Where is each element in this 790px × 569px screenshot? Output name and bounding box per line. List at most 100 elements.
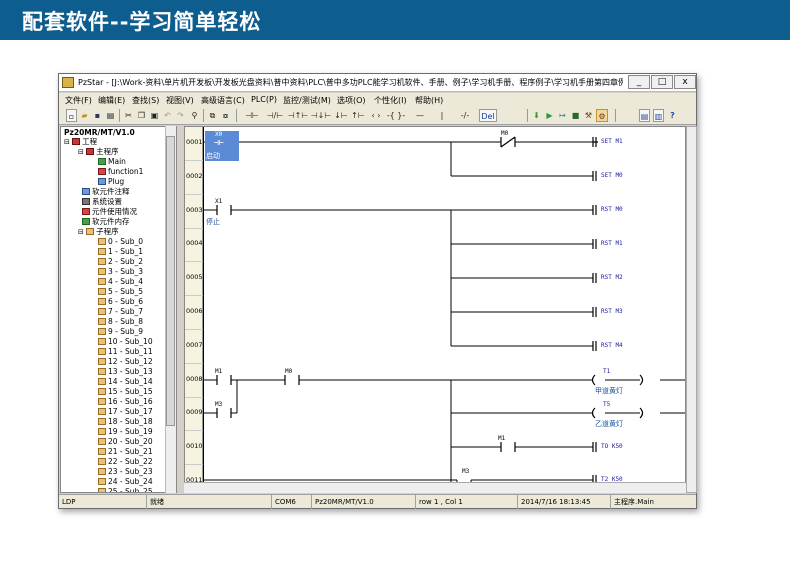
tree-item-sub[interactable]: 9 - Sub_9 — [98, 327, 143, 337]
run-icon[interactable]: ▶ — [544, 109, 555, 122]
menu-edit[interactable]: 编辑(E) — [98, 95, 125, 106]
monitor-icon[interactable]: ⚒ — [583, 109, 594, 122]
pane-splitter[interactable] — [178, 126, 183, 493]
tree-item-sub[interactable]: 3 - Sub_3 — [98, 267, 143, 277]
config-icon[interactable]: ⚙ — [596, 109, 608, 122]
tree-item-sub[interactable]: 20 - Sub_20 — [98, 437, 153, 447]
settings-icon — [82, 198, 90, 205]
subroutine-icon — [98, 278, 106, 285]
tree-item-sub[interactable]: 1 - Sub_1 — [98, 247, 143, 257]
stop-icon[interactable]: ■ — [570, 109, 581, 122]
function-coil-icon[interactable]: -{ }- — [386, 109, 406, 122]
cut-icon[interactable]: ✂ — [123, 109, 134, 122]
tree-item-sub[interactable]: 16 - Sub_16 — [98, 397, 153, 407]
parallel-falling-icon[interactable]: ↓⊢ — [333, 109, 349, 122]
subroutine-icon — [98, 288, 106, 295]
menu-monitor-test[interactable]: 监控/测试(M) — [283, 95, 331, 106]
undo-icon[interactable]: ↶ — [162, 109, 173, 122]
tree-item-sub[interactable]: 12 - Sub_12 — [98, 357, 153, 367]
pzstar-window: PzStar - [J:\Work-资料\单片机开发板\开发板光盘资料\普中资料… — [58, 73, 697, 509]
tree-item-sub[interactable]: 8 - Sub_8 — [98, 317, 143, 327]
save-icon[interactable]: ▪ — [92, 109, 103, 122]
tree-item-system-setup[interactable]: 系统设置 — [82, 197, 122, 207]
contact-rising-icon[interactable]: ⊣↑⊢ — [287, 109, 309, 122]
tree-item-sub[interactable]: 4 - Sub_4 — [98, 277, 143, 287]
subroutine-icon — [98, 398, 106, 405]
tree-item-element-usage[interactable]: 元件使用情况 — [82, 207, 137, 217]
help-icon[interactable]: ? — [667, 109, 678, 122]
contact-nc-icon[interactable]: ⊣/⊢ — [264, 109, 286, 122]
tree-item-sub[interactable]: 19 - Sub_19 — [98, 427, 153, 437]
ladder-vertical-scrollbar[interactable] — [686, 126, 697, 493]
redo-icon[interactable]: ↷ — [175, 109, 186, 122]
tree-item-sub[interactable]: 25 - Sub_25 — [98, 487, 153, 492]
ladder-view-icon[interactable]: ▥ — [653, 109, 664, 122]
binoculars-icon[interactable]: ⚲ — [189, 109, 200, 122]
menu-advanced-language[interactable]: 高级语言(C) — [201, 95, 245, 106]
menu-plc[interactable]: PLC(P) — [251, 95, 277, 104]
tree-scroll-thumb[interactable] — [166, 136, 175, 426]
menu-options[interactable]: 选项(O) — [337, 95, 366, 106]
subroutine-icon — [98, 418, 106, 425]
tree-item-soft-memory[interactable]: 软元件内存 — [82, 217, 130, 227]
close-button[interactable]: x — [674, 75, 696, 89]
tree-item-sub[interactable]: 10 - Sub_10 — [98, 337, 153, 347]
tree-item-sub[interactable]: 14 - Sub_14 — [98, 377, 153, 387]
tree-item-project[interactable]: ⊟ 工程 — [64, 137, 97, 147]
tree-item-sub[interactable]: 0 - Sub_0 — [98, 237, 143, 247]
tree-item-sub[interactable]: 22 - Sub_22 — [98, 457, 153, 467]
contact-m1-label: M1 — [215, 368, 223, 375]
coil-icon[interactable]: ‹ › — [368, 109, 384, 122]
print-icon[interactable]: ▤ — [105, 109, 116, 122]
menu-file[interactable]: 文件(F) — [65, 95, 92, 106]
menu-personalize[interactable]: 个性化(I) — [374, 95, 407, 106]
list-view-icon[interactable]: ▤ — [639, 109, 650, 122]
ladder-horizontal-scrollbar[interactable] — [184, 482, 686, 493]
tree-item-sub[interactable]: 7 - Sub_7 — [98, 307, 143, 317]
tree-item-soft-comment[interactable]: 软元件注释 — [82, 187, 130, 197]
contact-x0-label: X0 — [215, 131, 223, 138]
maximize-button[interactable]: □ — [651, 75, 673, 89]
menu-view[interactable]: 视图(V) — [166, 95, 194, 106]
tree-item-main[interactable]: Main — [98, 157, 126, 167]
tree-item-sub[interactable]: 6 - Sub_6 — [98, 297, 143, 307]
minimize-button[interactable]: _ — [628, 75, 650, 89]
compile-icon[interactable]: ⬇ — [531, 109, 542, 122]
tree-item-sub[interactable]: 17 - Sub_17 — [98, 407, 153, 417]
invert-icon[interactable]: -/- — [455, 109, 475, 122]
tree-item-sub[interactable]: 2 - Sub_2 — [98, 257, 143, 267]
ladder-editor[interactable]: 0001 0002 0003 0004 0005 0006 0007 0008 0009 0010… — [184, 126, 686, 493]
coil-t0-k50: TO K50 — [601, 443, 623, 450]
parallel-rising-icon[interactable]: ↑⊢ — [350, 109, 366, 122]
paste-contact-icon[interactable]: ⧇ — [220, 109, 231, 122]
menu-help[interactable]: 帮助(H) — [415, 95, 443, 106]
tree-item-function[interactable]: function1 — [98, 167, 143, 177]
vertical-line-icon[interactable]: | — [437, 109, 447, 122]
step-icon[interactable]: ↦ — [557, 109, 568, 122]
copy-icon[interactable]: ❐ — [136, 109, 147, 122]
coil-rst-m0: RST M0 — [601, 206, 623, 213]
memory-icon — [82, 218, 90, 225]
tree-item-sub[interactable]: 21 - Sub_21 — [98, 447, 153, 457]
tree-item-sub[interactable]: 18 - Sub_18 — [98, 417, 153, 427]
tree-item-sub[interactable]: 24 - Sub_24 — [98, 477, 153, 487]
tree-item-sub[interactable]: 13 - Sub_13 — [98, 367, 153, 377]
main-program-icon — [86, 148, 95, 155]
tree-item-sub[interactable]: 11 - Sub_11 — [98, 347, 153, 357]
paste-icon[interactable]: ▣ — [149, 109, 160, 122]
open-folder-icon[interactable]: ▰ — [79, 109, 90, 122]
comment-x0: 启动 — [206, 152, 220, 160]
menu-find[interactable]: 查找(S) — [132, 95, 159, 106]
cut-contact-icon[interactable]: ⧉ — [207, 109, 218, 122]
contact-no-icon[interactable]: ⊣⊢ — [241, 109, 263, 122]
tree-item-sub[interactable]: 5 - Sub_5 — [98, 287, 143, 297]
new-file-icon[interactable]: ▫ — [66, 109, 77, 122]
delete-button[interactable]: Del — [479, 109, 497, 122]
horizontal-line-icon[interactable]: — — [409, 109, 431, 122]
tree-item-sub[interactable]: 23 - Sub_23 — [98, 467, 153, 477]
tree-item-subroutines[interactable]: ⊟ 子程序 — [78, 227, 119, 237]
tree-item-plug[interactable]: Plug — [98, 177, 124, 187]
contact-falling-icon[interactable]: ⊣↓⊢ — [310, 109, 332, 122]
tree-item-sub[interactable]: 15 - Sub_15 — [98, 387, 153, 397]
tree-item-main-program[interactable]: ⊟ 主程序 — [78, 147, 119, 157]
